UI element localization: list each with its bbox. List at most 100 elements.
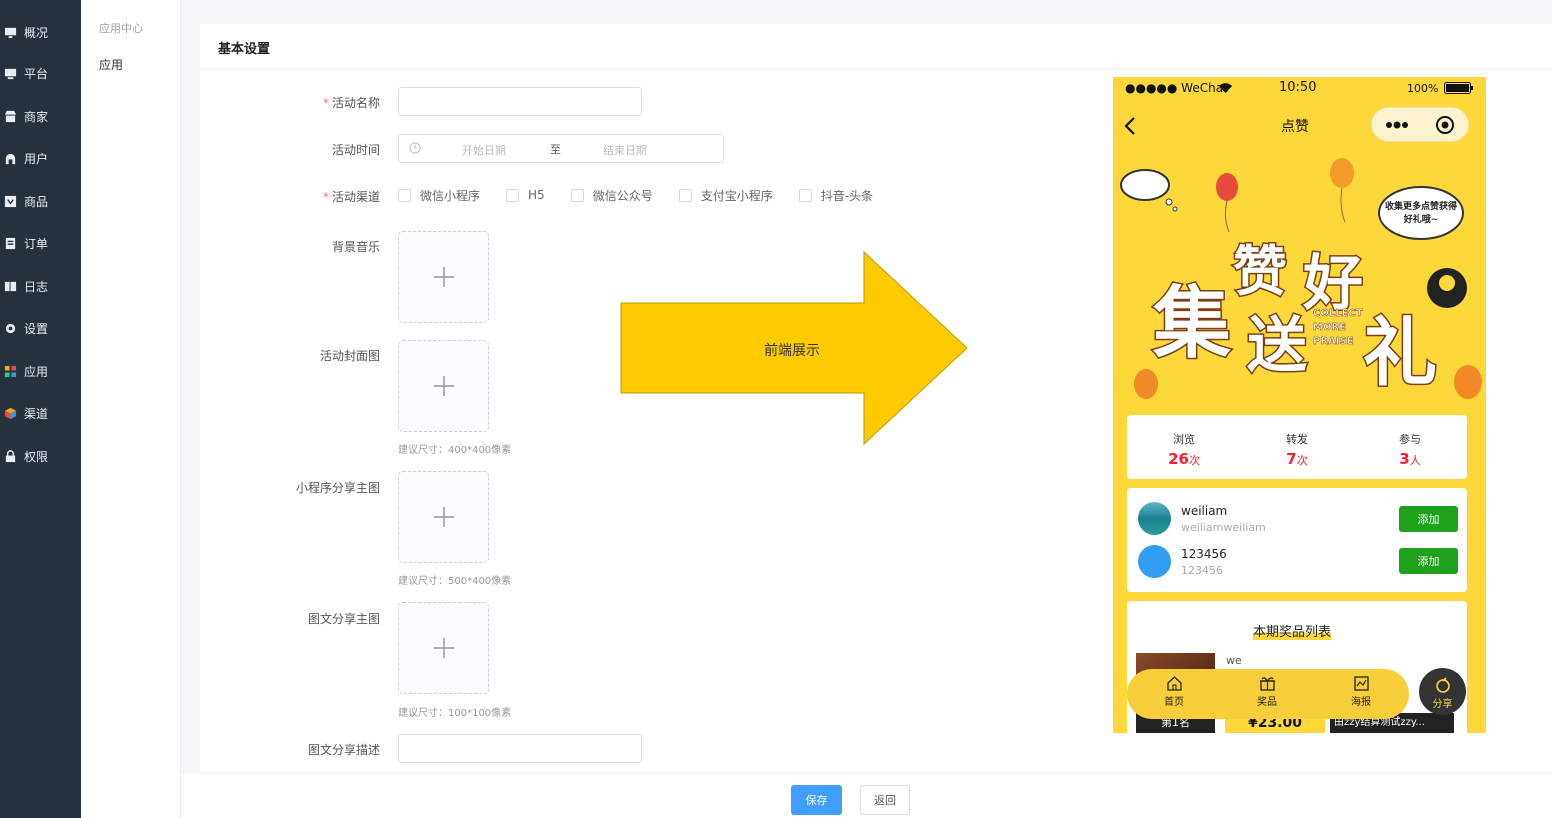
checkbox-label: 抖音-头条 (820, 188, 874, 203)
mini-share-image-upload[interactable] (398, 471, 489, 563)
banner-bubble-text: 收集更多点赞获得好礼哦~ (1385, 202, 1458, 225)
order-icon (5, 237, 16, 249)
sidebar-item-goods[interactable]: 商品 (4, 191, 48, 211)
poster-icon (1353, 676, 1369, 691)
add-friend-button[interactable]: 添加 (1399, 548, 1458, 574)
stat-number: 7 (1286, 450, 1297, 468)
status-time: 10:50 (1279, 80, 1317, 95)
goods-icon (4, 195, 17, 207)
save-button[interactable]: 保存 (791, 785, 842, 815)
checkbox-wechat-mini-program[interactable]: 微信小程序 (398, 187, 480, 204)
participants-card: weiliam weiliamweiliam 添加 123456 123456 … (1127, 488, 1467, 592)
stat-unit: 次 (1296, 454, 1308, 467)
checkbox-box[interactable] (570, 188, 584, 202)
share-button[interactable]: 分享 (1419, 668, 1466, 715)
sidebar-item-label: 用户 (24, 151, 49, 166)
bottom-tab-bar: 首页 奖品 海报 (1127, 669, 1409, 719)
log-icon (4, 281, 17, 291)
back-arrow-icon[interactable] (1123, 116, 1137, 136)
channel-checkbox-group: 微信小程序 H5 微信公众号 支付宝小程序 抖音-头条 (398, 186, 899, 204)
sidebar-item-settings[interactable]: 设置 (4, 318, 48, 338)
stat-value: 3人 (1380, 450, 1440, 468)
activity-time-label: 活动时间 (331, 143, 380, 157)
banner-char-ji: 集 (1151, 277, 1232, 371)
sidebar-item-channels[interactable]: 渠道 (4, 403, 48, 423)
plus-icon (433, 507, 454, 527)
home-icon (1166, 676, 1182, 691)
participant-subtitle: 123456 (1181, 564, 1223, 577)
required-mark: * (322, 96, 329, 110)
background-music-upload[interactable] (398, 231, 489, 323)
activity-channel-label: * 活动渠道 (323, 188, 380, 205)
checkbox-label: 微信小程序 (420, 188, 481, 203)
mini-share-size-hint: 建议尺寸：500*400像素 (398, 576, 512, 587)
clock-icon (409, 142, 421, 154)
card-title: 基本设置 (218, 42, 271, 57)
card-header (200, 24, 1552, 69)
stat-value: 7次 (1267, 450, 1327, 468)
avatar (1138, 545, 1171, 578)
more-dots-icon[interactable] (1385, 121, 1409, 129)
checkbox-wechat-official-account[interactable]: 微信公众号 (570, 187, 653, 204)
banner-char-li: 礼 (1362, 309, 1439, 398)
checkbox-box[interactable] (398, 188, 411, 202)
graphic-share-image-label: 图文分享主图 (307, 612, 380, 626)
graphic-share-desc-label: 图文分享描述 (307, 743, 380, 757)
sidebar-item-merchant[interactable]: 商家 (4, 106, 48, 126)
sidebar-item-overview[interactable]: 概况 (4, 22, 48, 42)
graphic-share-desc-input[interactable] (398, 734, 642, 763)
add-friend-button[interactable]: 添加 (1399, 506, 1458, 532)
sidebar-item-apps[interactable]: 应用 (4, 361, 48, 381)
balloon-decoration (1216, 173, 1238, 233)
checkbox-alipay-mini-program[interactable]: 支付宝小程序 (678, 187, 773, 204)
sidebar-item-orders[interactable]: 订单 (4, 233, 48, 253)
start-date-input[interactable]: 开始日期 (462, 142, 506, 158)
lock-icon (5, 449, 16, 462)
sidebar-item-label: 日志 (24, 279, 49, 294)
activity-time-range-picker[interactable] (398, 134, 724, 163)
activity-name-input[interactable] (398, 87, 642, 116)
apps-icon (4, 365, 17, 377)
checkbox-box[interactable] (506, 188, 520, 202)
stat-number: 3 (1399, 450, 1410, 468)
cover-image-upload[interactable] (398, 340, 489, 432)
status-bar: ●●●●● WeChat 10:50 100% (1113, 77, 1486, 99)
user-icon (5, 153, 16, 164)
share-icon (1435, 677, 1450, 693)
plus-icon (433, 376, 454, 396)
cloud-decoration (1120, 169, 1178, 212)
checkbox-box[interactable] (678, 188, 692, 202)
sidebar-item-label: 权限 (24, 449, 49, 464)
balloon-decoration (1330, 158, 1354, 223)
checkbox-box[interactable] (798, 188, 812, 202)
stat-views: 浏览 26次 (1154, 431, 1214, 468)
activity-channel-label-text: 活动渠道 (331, 190, 380, 204)
back-button[interactable]: 返回 (860, 785, 910, 815)
participant-name: weiliam (1181, 504, 1228, 518)
sidebar-item-logs[interactable]: 日志 (4, 276, 48, 296)
signal-carrier: ●●●●● WeChat (1125, 81, 1228, 95)
tab-poster[interactable]: 海报 (1341, 675, 1381, 708)
close-target-icon[interactable] (1435, 115, 1455, 135)
sidebar-item-platform[interactable]: 平台 (4, 63, 48, 83)
tab-label: 首页 (1164, 697, 1184, 708)
sidebar-item-label: 应用 (24, 364, 49, 379)
end-date-input[interactable]: 结束日期 (603, 142, 647, 158)
tab-home[interactable]: 首页 (1154, 675, 1194, 708)
cover-image-label: 活动封面图 (319, 349, 380, 363)
stat-label: 参与 (1399, 433, 1421, 446)
tab-prizes[interactable]: 奖品 (1247, 675, 1287, 708)
graphic-share-image-upload[interactable] (398, 602, 489, 694)
subnav-item-apps[interactable]: 应用 (99, 56, 123, 73)
checkbox-h5[interactable]: H5 (506, 188, 545, 202)
plus-icon (433, 267, 454, 287)
participant-name: 123456 (1181, 547, 1227, 561)
stat-value: 26次 (1154, 450, 1214, 468)
stat-number: 26 (1168, 450, 1189, 468)
sidebar-item-label: 概况 (24, 25, 49, 40)
sidebar-item-users[interactable]: 用户 (4, 148, 48, 168)
sidebar-item-permissions[interactable]: 权限 (4, 446, 48, 466)
checkbox-douyin-toutiao[interactable]: 抖音-头条 (798, 187, 874, 204)
stat-unit: 人 (1409, 454, 1421, 467)
tab-label: 奖品 (1257, 697, 1277, 708)
